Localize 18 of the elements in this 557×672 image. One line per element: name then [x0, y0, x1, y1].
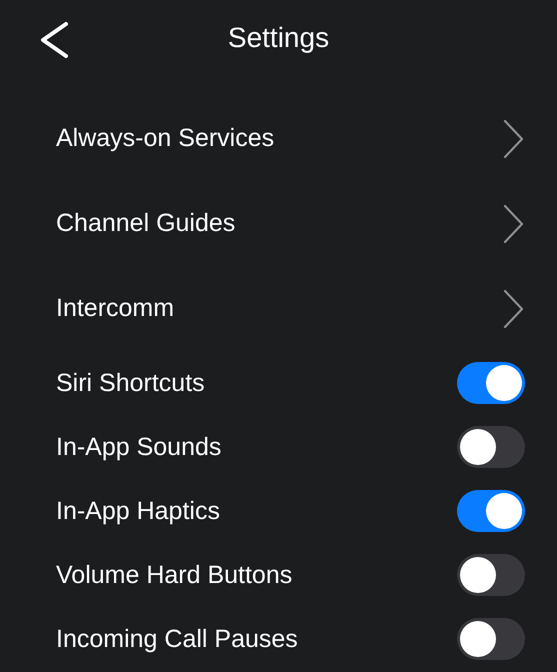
toggle-switch[interactable] — [457, 490, 525, 532]
toggle-switch[interactable] — [457, 554, 525, 596]
setting-label[interactable]: Always-on Services — [56, 124, 274, 153]
toggle-switch[interactable] — [457, 426, 525, 468]
screen-title: Settings — [228, 22, 330, 54]
setting-label: In-App Sounds — [56, 432, 222, 462]
chevron-icon — [503, 288, 525, 328]
setting-label: Siri Shortcuts — [56, 368, 205, 398]
back-icon[interactable] — [38, 21, 70, 59]
setting-label: In-App Haptics — [56, 496, 220, 526]
toggle-switch[interactable] — [457, 618, 525, 660]
toggle-switch[interactable] — [457, 362, 525, 404]
setting-label[interactable]: Intercomm — [56, 294, 174, 323]
setting-label: Volume Hard Buttons — [56, 560, 292, 590]
chevron-icon — [503, 204, 525, 244]
chevron-icon — [503, 118, 525, 158]
setting-label: Incoming Call Pauses — [56, 624, 298, 654]
setting-label[interactable]: Channel Guides — [56, 209, 236, 238]
